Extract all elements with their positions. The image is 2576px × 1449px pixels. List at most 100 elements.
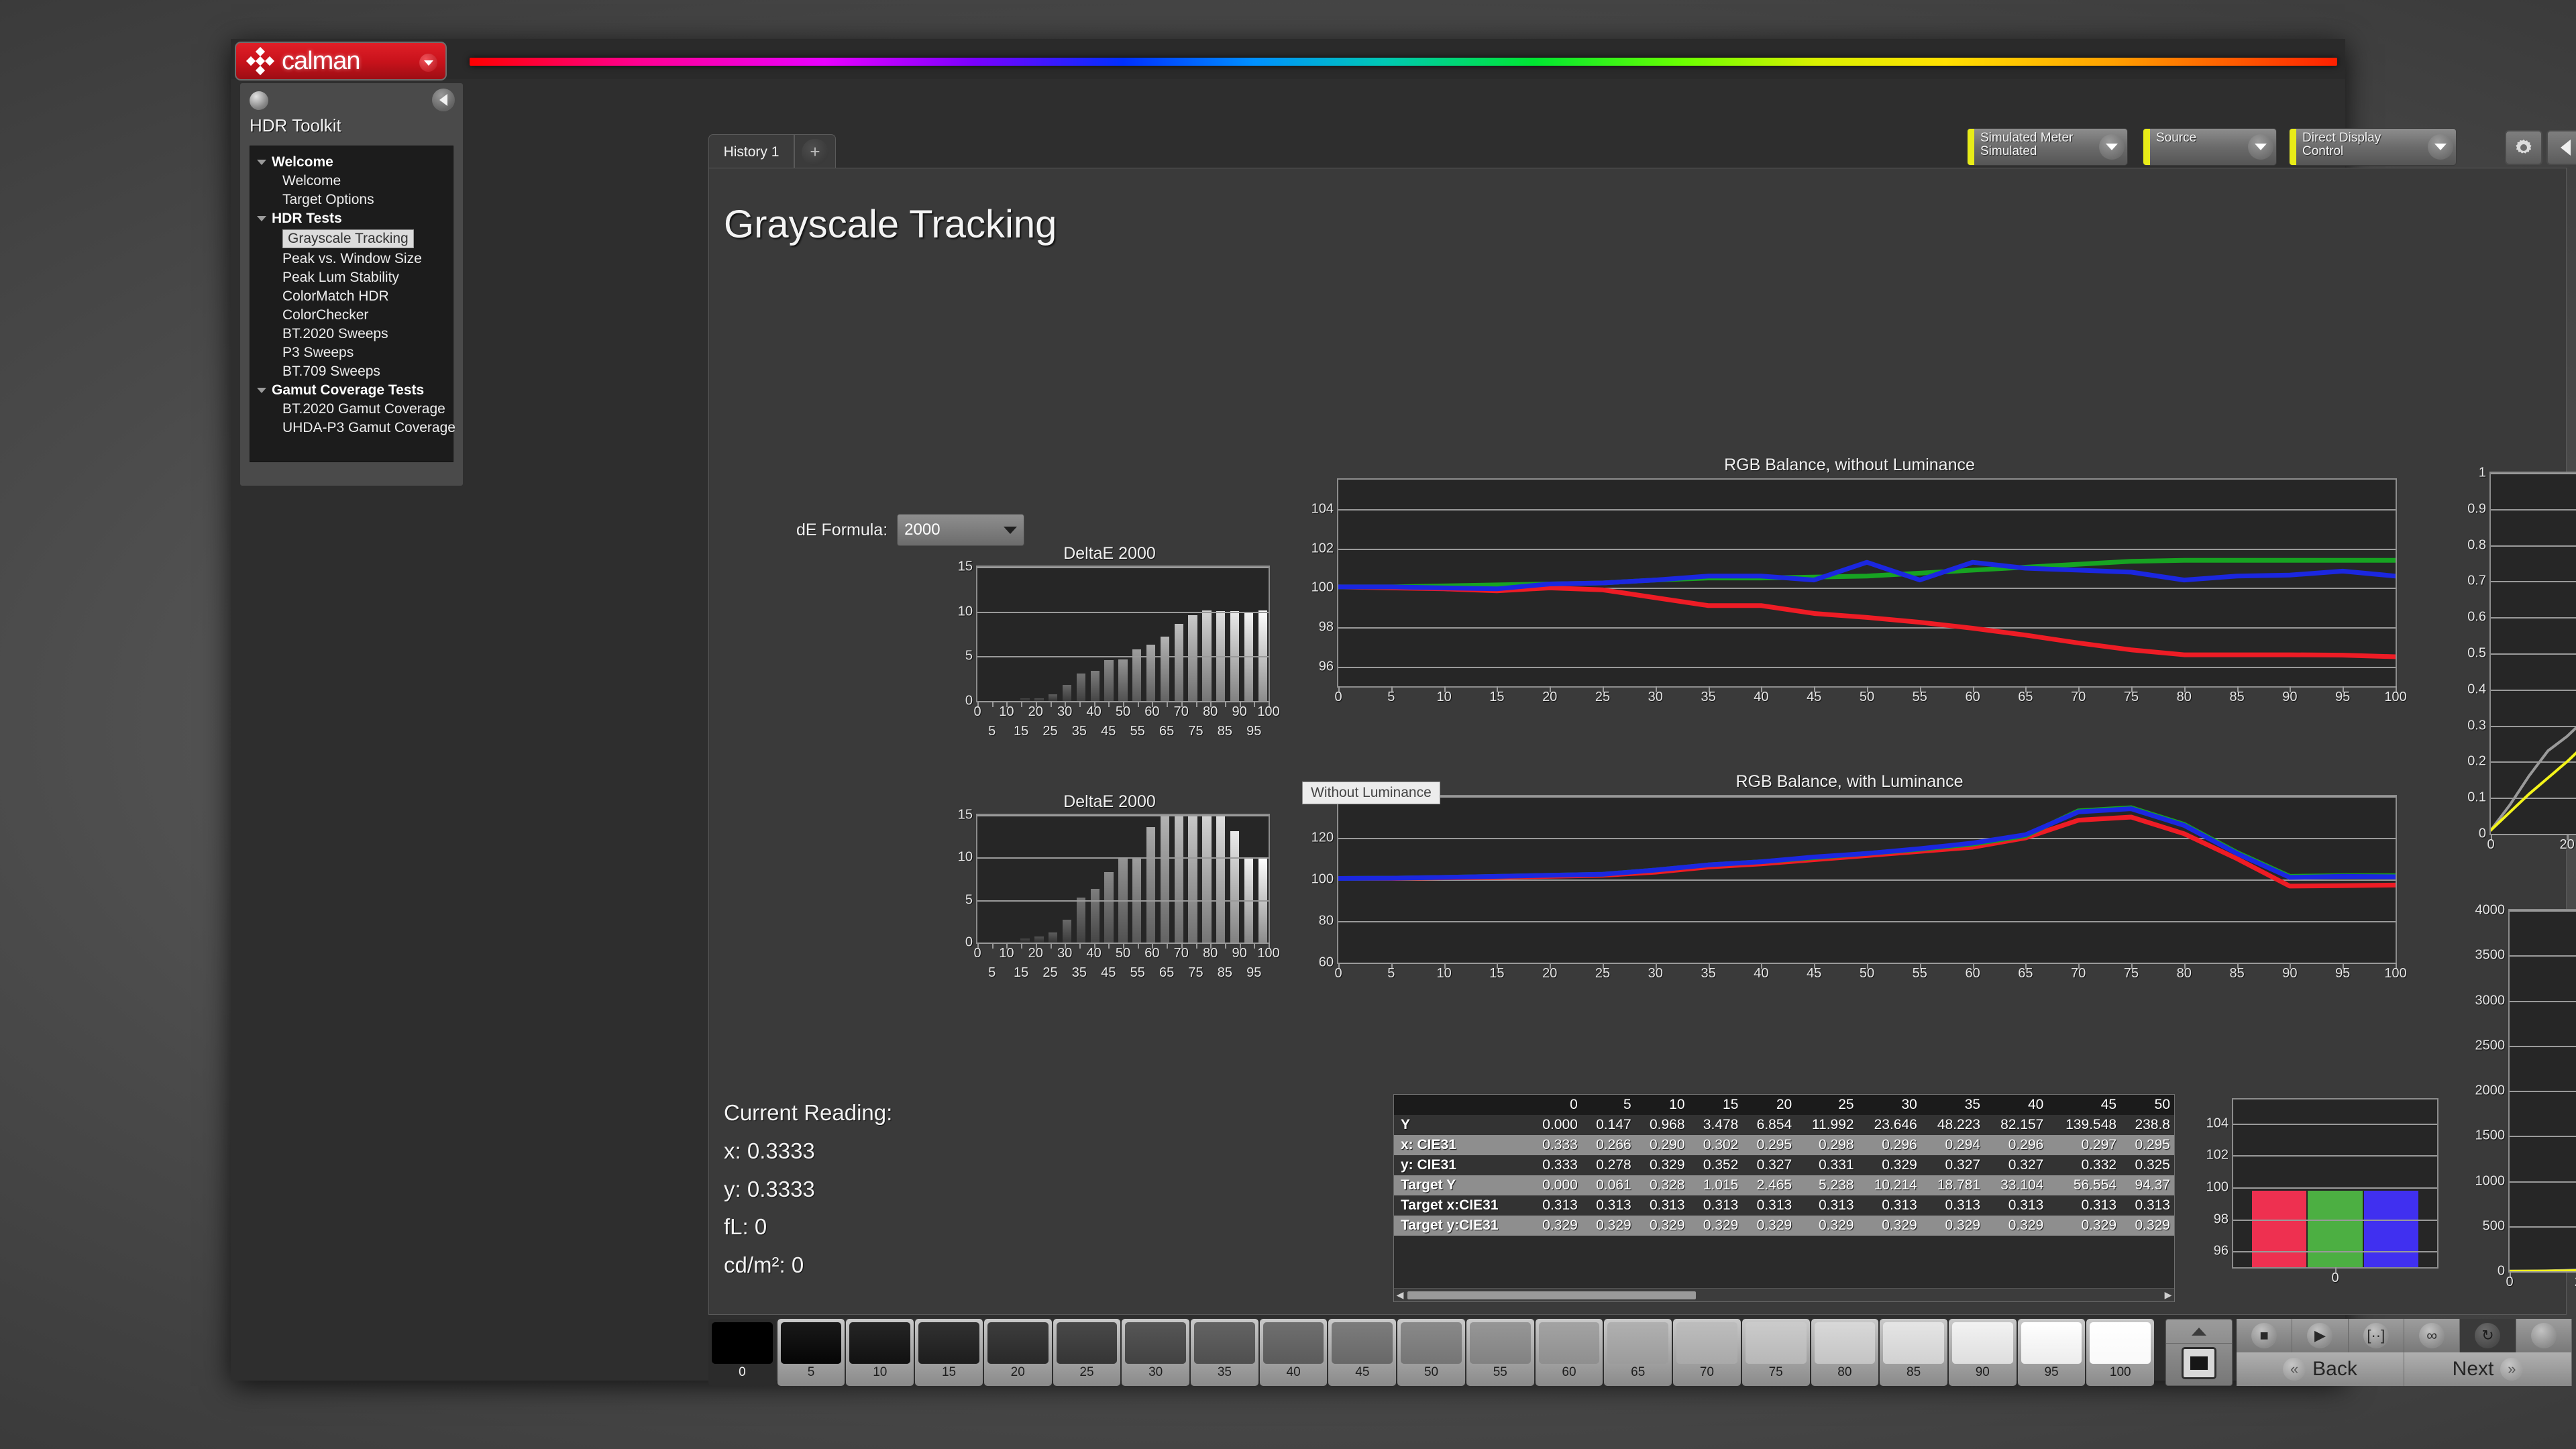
series-green (1338, 808, 2396, 878)
patch-50[interactable]: 50 (1397, 1319, 1465, 1386)
patch-0[interactable]: 0 (708, 1319, 776, 1386)
sidebar-item-label: Welcome (282, 173, 341, 189)
source-selector[interactable]: Source (2143, 128, 2277, 166)
meter-dropdown-icon[interactable] (2096, 129, 2127, 165)
sidebar-item-welcome[interactable]: Welcome (250, 172, 453, 191)
meter-selector[interactable]: Simulated Meter Simulated (1967, 128, 2128, 166)
y-axis-tick-label: 1000 (2475, 1173, 2506, 1188)
sidebar-item-bt-2020-gamut-coverage[interactable]: BT.2020 Gamut Coverage (250, 400, 453, 419)
collapse-right-panel-button[interactable] (2546, 130, 2576, 165)
window-pattern-icon[interactable] (2182, 1347, 2216, 1379)
stop-button[interactable]: ■ (2237, 1319, 2293, 1352)
gridline (977, 900, 1269, 902)
sidebar-item-colormatch-hdr[interactable]: ColorMatch HDR (250, 287, 453, 306)
sidebar-item-bt-2020-sweeps[interactable]: BT.2020 Sweeps (250, 325, 453, 343)
back-button[interactable]: « Back (2237, 1352, 2404, 1386)
patch-25[interactable]: 25 (1053, 1319, 1121, 1386)
table-row-label: Target Y (1401, 1177, 1456, 1193)
table-cell: 18.781 (1937, 1177, 1981, 1193)
table-row[interactable]: x: CIE31 0.333 0.266 0.290 0.302 0.295 0.298 0.… (1394, 1135, 2174, 1155)
sidebar-item-hdr-tests[interactable]: HDR Tests (250, 209, 453, 228)
table-cell: 0.329 (1649, 1157, 1685, 1173)
patch-80[interactable]: 80 (1811, 1319, 1879, 1386)
next-button[interactable]: Next » (2404, 1352, 2572, 1386)
measurements-table[interactable]: 0 5 10 15 20 25 30 35 40 45 50 Y 0.000 0.147 0.968 3.4… (1393, 1094, 2175, 1302)
patch-65[interactable]: 65 (1604, 1319, 1672, 1386)
bar-red (2252, 1190, 2307, 1267)
table-column-header: 45 (2047, 1095, 2121, 1115)
logo-menu-caret-icon[interactable] (419, 54, 437, 72)
play-button[interactable]: ▶ (2292, 1319, 2349, 1352)
expand-up-icon[interactable] (2166, 1320, 2232, 1344)
table-row[interactable]: Y 0.000 0.147 0.968 3.478 6.854 11.992 23.646 48… (1394, 1115, 2174, 1135)
patch-label: 20 (1010, 1365, 1025, 1379)
patch-95[interactable]: 95 (2017, 1319, 2086, 1386)
sidebar-item-peak-vs-window-size[interactable]: Peak vs. Window Size (250, 250, 453, 268)
expand-triangle-icon[interactable] (257, 216, 266, 221)
patch-swatch (712, 1322, 773, 1364)
y-axis-tick-label: 0.5 (2467, 645, 2486, 661)
bar (1118, 659, 1128, 701)
bar (1174, 815, 1183, 943)
display-dropdown-icon[interactable] (2425, 129, 2456, 165)
sidebar-item-welcome[interactable]: Welcome (250, 153, 453, 172)
scroll-right-icon[interactable]: ▶ (2162, 1289, 2174, 1301)
patch-40[interactable]: 40 (1259, 1319, 1328, 1386)
y-axis-tick-label: 1 (2478, 465, 2486, 480)
display-status-stripe (2290, 129, 2296, 165)
sidebar-item-grayscale-tracking[interactable]: Grayscale Tracking (250, 228, 453, 250)
sidebar-item-colorchecker[interactable]: ColorChecker (250, 306, 453, 325)
de-formula-select[interactable]: 2000 (897, 514, 1025, 546)
patch-75[interactable]: 75 (1741, 1319, 1810, 1386)
patch-swatch (918, 1322, 979, 1364)
display-mode-control[interactable] (2165, 1319, 2233, 1386)
patch-70[interactable]: 70 (1673, 1319, 1741, 1386)
sidebar-item-uhda-p3-gamut-coverage[interactable]: UHDA-P3 Gamut Coverage (250, 419, 455, 437)
patch-swatch (2021, 1322, 2082, 1364)
patch-85[interactable]: 85 (1880, 1319, 1947, 1386)
table-horizontal-scrollbar[interactable]: ◀ ▶ (1394, 1288, 2174, 1301)
patch-35[interactable]: 35 (1191, 1319, 1258, 1386)
x-axis-tick-label: 0 (1334, 690, 1342, 704)
patch-15[interactable]: 15 (915, 1319, 983, 1386)
patch-60[interactable]: 60 (1535, 1319, 1603, 1386)
scroll-left-icon[interactable]: ◀ (1394, 1289, 1406, 1301)
blank-button[interactable] (2516, 1319, 2572, 1352)
expand-triangle-icon[interactable] (257, 160, 266, 165)
window-size-button[interactable]: [··] (2348, 1319, 2404, 1352)
calman-logo-button[interactable]: calman (235, 42, 447, 80)
patch-5[interactable]: 5 (777, 1319, 845, 1386)
tab-history-1[interactable]: History 1 (708, 134, 794, 169)
refresh-button[interactable]: ↻ (2460, 1319, 2516, 1352)
sidebar-item-p3-sweeps[interactable]: P3 Sweeps (250, 343, 453, 362)
expand-triangle-icon[interactable] (257, 388, 266, 393)
table-cell: 139.548 (2065, 1117, 2117, 1132)
patch-30[interactable]: 30 (1122, 1319, 1190, 1386)
without-luminance-tag[interactable]: Without Luminance (1302, 782, 1440, 804)
patch-label: 65 (1631, 1365, 1646, 1379)
patch-20[interactable]: 20 (983, 1319, 1052, 1386)
patch-90[interactable]: 90 (1948, 1319, 2017, 1386)
patch-10[interactable]: 10 (846, 1319, 914, 1386)
source-dropdown-icon[interactable] (2245, 129, 2276, 165)
sidebar-collapse-icon[interactable] (432, 89, 455, 111)
add-tab-button[interactable]: + (794, 134, 836, 169)
scroll-thumb[interactable] (1407, 1291, 1696, 1299)
sidebar-item-gamut-coverage-tests[interactable]: Gamut Coverage Tests (250, 381, 453, 400)
settings-gear-button[interactable] (2505, 130, 2542, 165)
y-axis-tick-label: 80 (1318, 913, 1334, 928)
table-row[interactable]: Target Y 0.000 0.061 0.328 1.015 2.465 5.238 10… (1394, 1175, 2174, 1195)
patch-100[interactable]: 100 (2086, 1319, 2155, 1386)
table-row[interactable]: Target y:CIE31 0.329 0.329 0.329 0.329 0.329 0… (1394, 1216, 2174, 1236)
table-row[interactable]: Target x:CIE31 0.313 0.313 0.313 0.313 0.313 0… (1394, 1195, 2174, 1216)
table-cell: 0.331 (1819, 1157, 1854, 1173)
display-control-selector[interactable]: Direct Display Control (2289, 128, 2457, 166)
infinity-button[interactable]: ∞ (2404, 1319, 2461, 1352)
sidebar-item-bt-709-sweeps[interactable]: BT.709 Sweeps (250, 362, 453, 381)
plot-area-rgb-with: 6080100120140051015202530354045505560657… (1311, 789, 2407, 981)
patch-45[interactable]: 45 (1328, 1319, 1397, 1386)
sidebar-item-peak-lum-stability[interactable]: Peak Lum Stability (250, 268, 453, 287)
table-row[interactable]: y: CIE31 0.333 0.278 0.329 0.352 0.327 0.331 0.… (1394, 1155, 2174, 1175)
patch-55[interactable]: 55 (1466, 1319, 1534, 1386)
sidebar-item-target-options[interactable]: Target Options (250, 191, 453, 209)
